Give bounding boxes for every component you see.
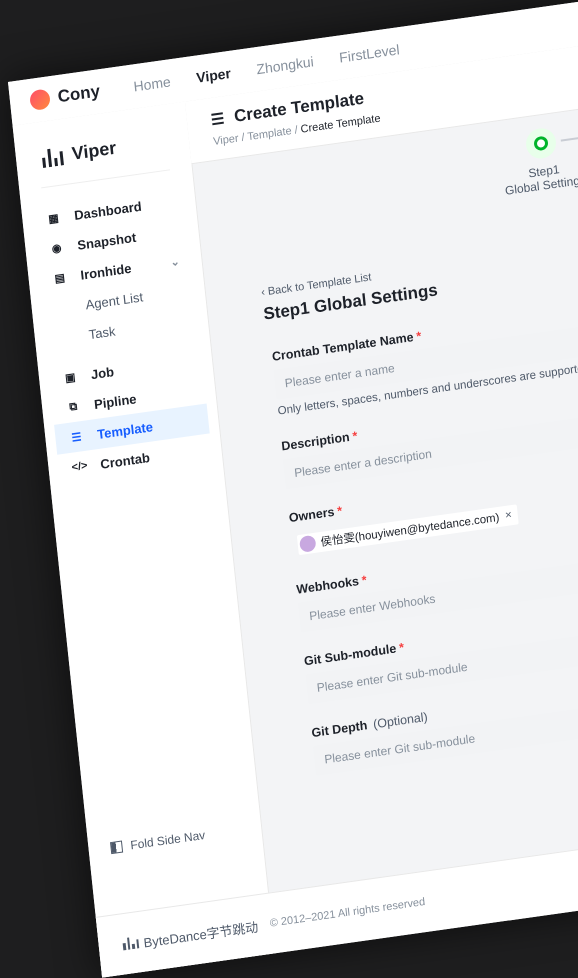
top-nav-zhongkui[interactable]: Zhongkui (256, 53, 315, 77)
sidebar-item-label: Ironhide (79, 260, 133, 283)
step-connector (560, 131, 578, 142)
chevron-down-icon[interactable]: ⌄ (170, 254, 180, 268)
bytedance-logo: ByteDance字节跳动 (122, 916, 259, 954)
pipeline-icon: ⧉ (68, 400, 78, 414)
sidebar-menu: ▦ Dashboard ◉ Snapshot ▤ Ironhide ⌄ Agen… (21, 183, 223, 486)
breadcrumb-viper[interactable]: Viper (213, 132, 239, 147)
top-nav-firstlevel[interactable]: FirstLevel (338, 41, 400, 65)
app-logo (29, 88, 51, 112)
step1-indicator (524, 126, 558, 161)
sidebar-item-label: Template (96, 418, 154, 442)
app-window: Cony Home Viper Zhongkui FirstLevel Vipe… (8, 0, 578, 978)
top-nav-viper[interactable]: Viper (195, 65, 231, 86)
sidebar-divider (41, 169, 171, 189)
company-name: ByteDance字节跳动 (142, 918, 259, 950)
app-brand: Cony (56, 81, 101, 107)
sidebar-item-label: Dashboard (73, 198, 143, 223)
sidebar-item-label: Agent List (84, 288, 144, 312)
bytedance-logo-icon (122, 936, 140, 951)
sidebar-toggle-icon (110, 840, 124, 855)
server-icon: ▤ (53, 271, 66, 285)
copyright-text: © 2012–2021 All rights reserved (269, 895, 426, 930)
fold-side-nav-label: Fold Side Nav (129, 827, 206, 853)
sidebar-item-label: Pipline (93, 390, 138, 412)
viper-logo-icon (41, 147, 64, 168)
code-icon: </> (71, 459, 89, 474)
avatar (298, 534, 317, 553)
breadcrumb-current: Create Template (300, 112, 382, 136)
job-icon: ▣ (64, 371, 77, 385)
sidebar-item-label: Task (87, 323, 117, 342)
fold-side-nav-button[interactable]: Fold Side Nav (110, 828, 206, 855)
grid-icon: ▦ (47, 211, 60, 226)
sidebar-item-label: Snapshot (76, 229, 137, 253)
template-icon: ☰ (70, 430, 83, 445)
eye-icon: ◉ (51, 241, 63, 255)
sidebar-item-label: Crontab (99, 449, 151, 472)
breadcrumb-template[interactable]: Template (247, 125, 292, 143)
template-form: Crontab Template Name * Please enter a na… (271, 303, 578, 798)
close-icon[interactable]: × (505, 509, 513, 522)
field-name: Crontab Template Name * Please enter a na… (271, 303, 578, 418)
sidebar-brand-label: Viper (70, 137, 118, 164)
template-icon: ☰ (210, 110, 226, 130)
top-nav-home[interactable]: Home (133, 73, 172, 94)
sidebar-item-label: Job (90, 363, 115, 382)
stepper: Step1 Global Settings (480, 120, 578, 200)
